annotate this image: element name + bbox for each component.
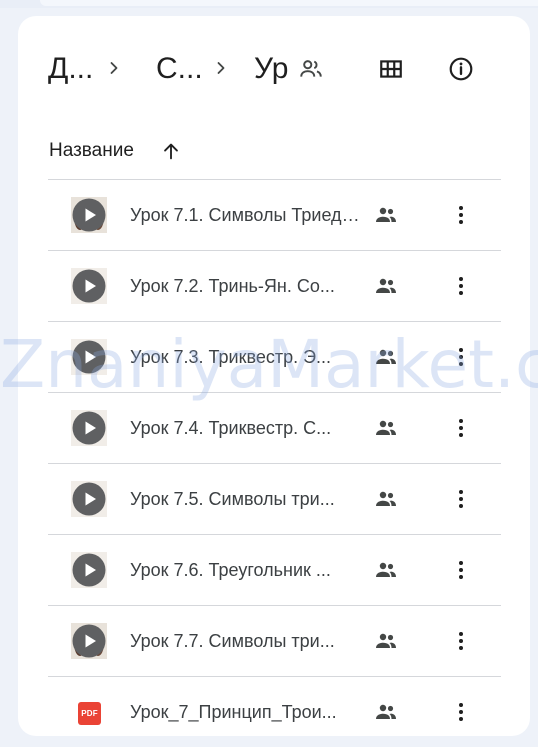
shared-icon — [374, 560, 398, 580]
pdf-file-icon: PDF — [78, 702, 101, 725]
more-options-icon[interactable] — [451, 274, 471, 298]
file-name[interactable]: Урок 7.4. Триквестр. С... — [130, 415, 362, 441]
more-options-icon[interactable] — [451, 558, 471, 582]
shared-people-icon[interactable] — [298, 56, 324, 82]
file-browser-panel: Д... С... Ур Название Урок 7.1. Символы … — [18, 16, 530, 736]
file-name[interactable]: Урок_7_Принцип_Трои... — [130, 699, 362, 725]
more-options-icon[interactable] — [451, 416, 471, 440]
list-item[interactable]: Урок 7.1. Символы Триединства — [48, 179, 501, 250]
list-item[interactable]: PDF Урок_7_Принцип_Трои... — [48, 676, 501, 747]
shared-icon — [374, 489, 398, 509]
file-name[interactable]: Урок 7.1. Символы Триединства — [130, 202, 362, 228]
sort-header[interactable]: Название — [49, 136, 182, 166]
video-play-icon — [71, 623, 107, 659]
file-name[interactable]: Урок 7.5. Символы три... — [130, 486, 362, 512]
sort-column-label[interactable]: Название — [49, 140, 134, 162]
breadcrumb: Д... С... Ур — [18, 16, 530, 126]
shared-icon — [374, 276, 398, 296]
more-options-icon[interactable] — [451, 487, 471, 511]
list-item[interactable]: Урок 7.3. Триквестр. Э... — [48, 321, 501, 392]
more-options-icon[interactable] — [451, 629, 471, 653]
list-item[interactable]: Урок 7.7. Символы три... — [48, 605, 501, 676]
top-strip — [0, 0, 538, 8]
breadcrumb-item-2[interactable]: С... — [156, 49, 208, 89]
video-play-icon — [71, 268, 107, 304]
breadcrumb-item-1[interactable]: Д... — [48, 49, 100, 89]
shared-icon — [374, 702, 398, 722]
shared-icon — [374, 631, 398, 651]
file-name[interactable]: Урок 7.3. Триквестр. Э... — [130, 344, 362, 370]
list-item[interactable]: Урок 7.6. Треугольник ... — [48, 534, 501, 605]
grid-view-icon[interactable] — [378, 56, 404, 82]
info-icon[interactable] — [448, 56, 474, 82]
list-item[interactable]: Урок 7.5. Символы три... — [48, 463, 501, 534]
breadcrumb-item-current[interactable]: Ур — [254, 49, 292, 89]
file-name[interactable]: Урок 7.7. Символы три... — [130, 628, 362, 654]
more-options-icon[interactable] — [451, 700, 471, 724]
video-play-icon — [71, 339, 107, 375]
video-play-icon — [71, 197, 107, 233]
list-item[interactable]: Урок 7.2. Тринь-Ян. Со... — [48, 250, 501, 321]
shared-icon — [374, 205, 398, 225]
more-options-icon[interactable] — [451, 345, 471, 369]
list-item[interactable]: Урок 7.4. Триквестр. С... — [48, 392, 501, 463]
file-name[interactable]: Урок 7.6. Треугольник ... — [130, 557, 362, 583]
chevron-right-icon — [110, 62, 118, 74]
more-options-icon[interactable] — [451, 203, 471, 227]
file-list: Урок 7.1. Символы Триединства Урок 7.2. Т… — [48, 179, 501, 747]
video-play-icon — [71, 410, 107, 446]
chevron-right-icon — [217, 62, 225, 74]
shared-icon — [374, 347, 398, 367]
video-play-icon — [71, 552, 107, 588]
video-play-icon — [71, 481, 107, 517]
shared-icon — [374, 418, 398, 438]
file-name[interactable]: Урок 7.2. Тринь-Ян. Со... — [130, 273, 362, 299]
arrow-up-icon[interactable] — [160, 140, 182, 162]
